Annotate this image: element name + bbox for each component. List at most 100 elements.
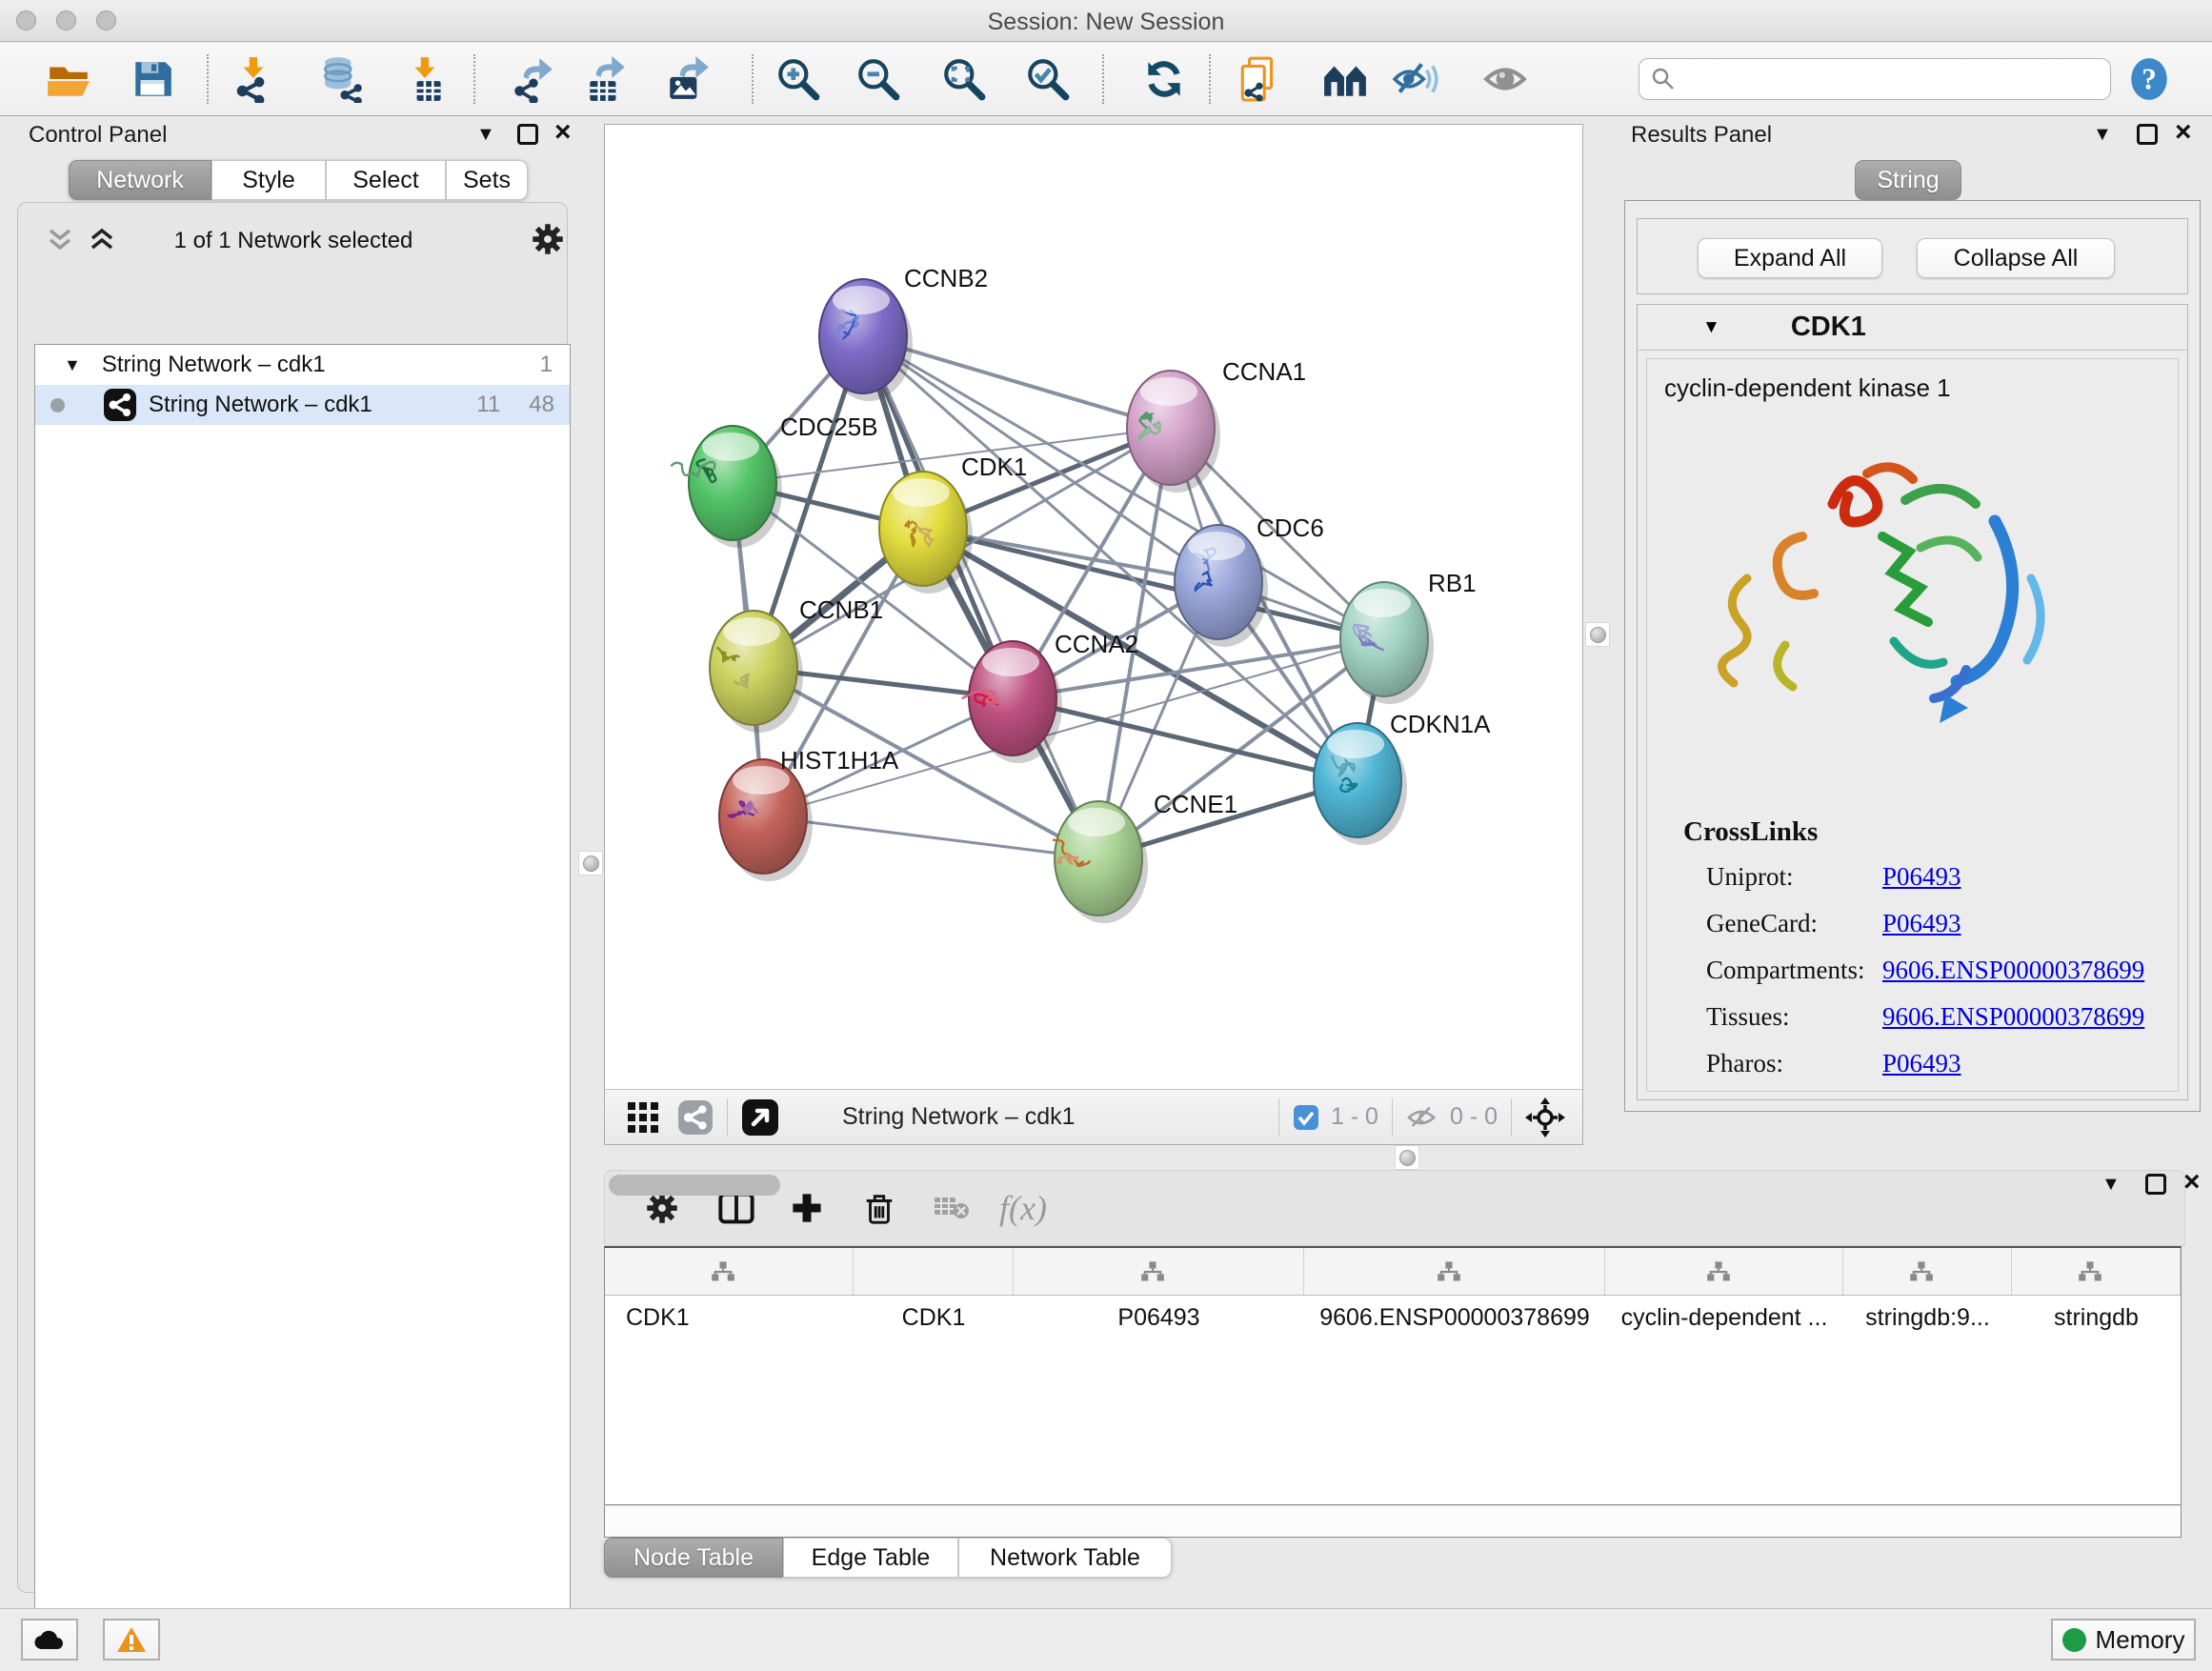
tab-network-table[interactable]: Network Table xyxy=(958,1538,1172,1578)
node-CDKN1A[interactable]: CDKN1A xyxy=(1314,710,1491,845)
help-icon[interactable]: ? xyxy=(2122,52,2176,106)
tab-network[interactable]: Network xyxy=(69,160,211,200)
column-type-icon xyxy=(1140,1260,1165,1283)
table-panel-menu-icon[interactable]: ▼ xyxy=(2101,1174,2121,1196)
table-cell[interactable]: stringdb xyxy=(2012,1296,2181,1339)
edge-CCNB2-CCNE1[interactable] xyxy=(863,336,1098,858)
selected-checkbox-icon[interactable] xyxy=(1293,1104,1319,1131)
search-input[interactable] xyxy=(1683,66,2083,92)
tab-string[interactable]: String xyxy=(1855,160,1961,200)
collection-expander-icon[interactable]: ▼ xyxy=(64,355,81,375)
column-header-namespace[interactable] xyxy=(2012,1248,2181,1295)
column-header-name[interactable] xyxy=(854,1248,1014,1295)
results-panel-menu-icon[interactable]: ▼ xyxy=(2093,124,2112,146)
node-CCNB1[interactable]: CCNB1 xyxy=(710,595,883,733)
network-row[interactable]: String Network – cdk1 11 48 xyxy=(35,385,570,425)
hide-selected-icon[interactable] xyxy=(1389,52,1442,106)
memory-button[interactable]: Memory xyxy=(2051,1619,2196,1661)
grid-view-icon[interactable] xyxy=(626,1100,660,1135)
export-network-icon[interactable] xyxy=(507,52,560,106)
import-network-database-icon[interactable] xyxy=(316,52,370,106)
crosslink-row: Compartments:9606.ENSP00000378699 xyxy=(1706,956,2163,985)
node-RB1[interactable]: RB1 xyxy=(1340,569,1477,704)
control-panel-menu-icon[interactable]: ▼ xyxy=(476,124,495,146)
table-cell[interactable]: cyclin-dependent ... xyxy=(1605,1296,1843,1339)
edge-CCNA2-CDKN1A[interactable] xyxy=(1013,698,1357,780)
node-CCNB2[interactable]: CCNB2 xyxy=(819,264,988,401)
zoom-in-icon[interactable] xyxy=(772,52,825,106)
zoom-fit-icon[interactable] xyxy=(937,52,991,106)
entry-expander-icon[interactable]: ▼ xyxy=(1702,317,1720,338)
scrollbar-thumb[interactable] xyxy=(609,1175,780,1196)
fit-selected-crosshair-icon[interactable] xyxy=(1525,1097,1565,1137)
results-panel-close-icon[interactable]: × xyxy=(2175,122,2192,143)
tab-select[interactable]: Select xyxy=(326,160,446,200)
table-cell[interactable]: P06493 xyxy=(1014,1296,1304,1339)
network-options-gear-icon[interactable] xyxy=(531,222,565,256)
tab-edge-table[interactable]: Edge Table xyxy=(783,1538,958,1578)
network-view-statusbar: String Network – cdk1 1 - 0 0 - 0 xyxy=(605,1089,1582,1144)
table-panel-close-icon[interactable]: × xyxy=(2183,1172,2201,1193)
crosslink-value-link[interactable]: 9606.ENSP00000378699 xyxy=(1882,956,2144,985)
collapse-all-button[interactable]: Collapse All xyxy=(1917,238,2115,278)
crosslink-value-link[interactable]: P06493 xyxy=(1882,862,1961,892)
node-CDC6[interactable]: CDC6 xyxy=(1175,513,1324,647)
column-header-database-identifier[interactable] xyxy=(1304,1248,1605,1295)
table-row[interactable]: CDK1CDK1P064939606.ENSP00000378699cyclin… xyxy=(605,1296,2181,1339)
main-toolbar: ? xyxy=(0,43,2212,116)
tab-style[interactable]: Style xyxy=(211,160,326,200)
table-cell[interactable]: 9606.ENSP00000378699 xyxy=(1304,1296,1605,1339)
birds-eye-view-icon[interactable] xyxy=(741,1098,779,1137)
first-neighbors-icon[interactable] xyxy=(1318,52,1372,106)
show-all-icon[interactable] xyxy=(1478,52,1532,106)
column-header--id[interactable] xyxy=(1843,1248,2012,1295)
save-session-icon[interactable] xyxy=(126,52,179,106)
node-CCNA2[interactable]: CCNA2 xyxy=(962,630,1139,763)
import-network-file-icon[interactable] xyxy=(229,52,282,106)
add-column-icon[interactable] xyxy=(790,1191,824,1225)
export-image-icon[interactable] xyxy=(661,52,714,106)
bottom-splitter-handle[interactable] xyxy=(1395,1145,1419,1170)
expand-all-button[interactable]: Expand All xyxy=(1698,238,1882,278)
zoom-out-icon[interactable] xyxy=(852,52,905,106)
control-panel-float-icon[interactable] xyxy=(517,124,538,145)
search-field[interactable] xyxy=(1639,58,2111,100)
table-cell[interactable]: CDK1 xyxy=(854,1296,1014,1339)
crosslink-row: GeneCard:P06493 xyxy=(1706,909,2163,938)
tab-sets[interactable]: Sets xyxy=(446,160,528,200)
results-panel-float-icon[interactable] xyxy=(2137,124,2158,145)
column-header-shared-name[interactable] xyxy=(605,1248,854,1295)
left-splitter-handle[interactable] xyxy=(578,851,603,876)
node-CCNE1[interactable]: CCNE1 xyxy=(1053,790,1237,923)
table-cell[interactable]: stringdb:9... xyxy=(1843,1296,2012,1339)
column-header-description[interactable] xyxy=(1605,1248,1843,1295)
network-overview-icon[interactable] xyxy=(677,1099,714,1136)
node-label-CDC6: CDC6 xyxy=(1257,513,1324,542)
crosslink-value-link[interactable]: P06493 xyxy=(1882,909,1961,938)
network-bullet-icon xyxy=(50,398,65,413)
column-header-canonical-name[interactable] xyxy=(1014,1248,1304,1295)
open-file-icon[interactable] xyxy=(42,52,95,106)
delete-column-icon[interactable] xyxy=(862,1191,896,1225)
zoom-selected-icon[interactable] xyxy=(1021,52,1075,106)
table-horizontal-scrollbar[interactable] xyxy=(604,1505,2182,1538)
crosslink-value-link[interactable]: 9606.ENSP00000378699 xyxy=(1882,1002,2144,1032)
cloud-status-button[interactable] xyxy=(21,1619,78,1661)
tab-node-table[interactable]: Node Table xyxy=(604,1538,783,1578)
apply-layout-icon[interactable] xyxy=(1137,52,1191,106)
table-panel-float-icon[interactable] xyxy=(2145,1174,2166,1195)
edge-CCNE1-HIST1H1A[interactable] xyxy=(763,816,1098,858)
crosslink-value-link[interactable]: P06493 xyxy=(1882,1049,1961,1078)
node-CDC25B[interactable]: CDC25B xyxy=(671,413,877,548)
control-panel-close-icon[interactable]: × xyxy=(554,122,572,143)
network-collection-row[interactable]: ▼ String Network – cdk1 1 xyxy=(35,345,570,385)
node-HIST1H1A[interactable]: HIST1H1A xyxy=(719,746,899,881)
warnings-button[interactable] xyxy=(103,1619,160,1661)
import-table-file-icon[interactable] xyxy=(400,52,453,106)
export-table-icon[interactable] xyxy=(579,52,633,106)
new-network-from-selection-icon[interactable] xyxy=(1233,52,1286,106)
results-entry-header[interactable]: ▼ CDK1 xyxy=(1638,305,2187,351)
network-canvas[interactable]: CCNB2CCNA1CDC25BCDK1CDC6RB1CCNB1CCNA2CDK… xyxy=(605,125,1582,1089)
table-cell[interactable]: CDK1 xyxy=(605,1296,854,1339)
right-splitter-handle[interactable] xyxy=(1585,622,1610,647)
